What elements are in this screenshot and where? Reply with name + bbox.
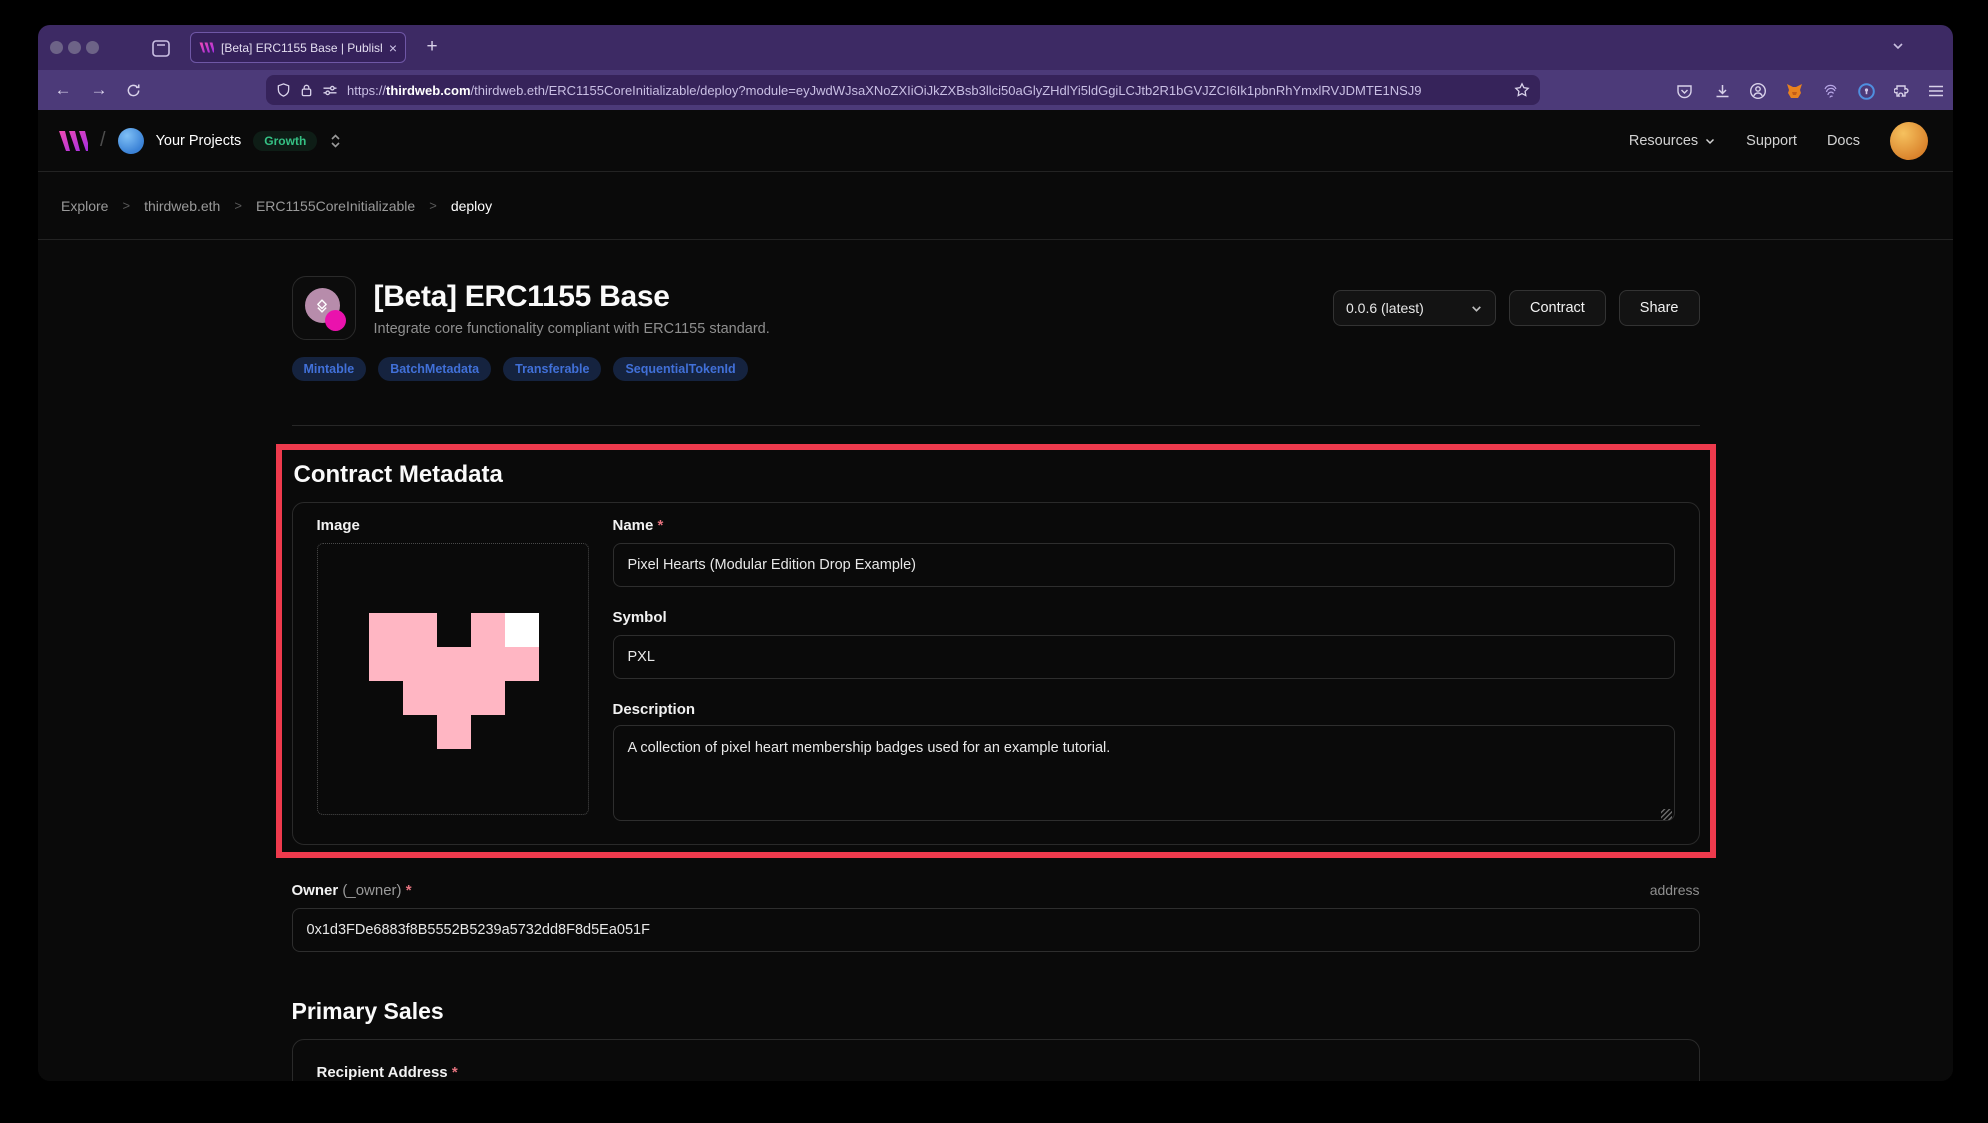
new-tab-button[interactable]: + (418, 33, 446, 61)
browser-window: [Beta] ERC1155 Base | Publishe × + ← → (38, 25, 1953, 1081)
plan-badge: Growth (253, 131, 317, 151)
forward-button[interactable]: → (86, 77, 112, 103)
pocket-icon[interactable] (1674, 81, 1694, 101)
bookmark-star-icon[interactable] (1514, 82, 1530, 98)
version-value: 0.0.6 (latest) (1346, 300, 1470, 316)
highlighted-region: Contract Metadata Image Name * Symbol De… (276, 444, 1716, 858)
browser-tab[interactable]: [Beta] ERC1155 Base | Publishe × (190, 32, 406, 63)
password-manager-extension-icon[interactable] (1856, 81, 1876, 101)
fingerprint-extension-icon[interactable] (1820, 81, 1840, 101)
thirdweb-favicon (199, 41, 214, 54)
chevron-down-icon (1704, 135, 1716, 147)
browser-toolbar: ← → https://thirdweb.com/thirdweb.eth/ER… (38, 70, 1953, 110)
breadcrumb-separator: > (122, 198, 130, 213)
image-label: Image (317, 517, 589, 535)
page-title: [Beta] ERC1155 Base (374, 280, 770, 314)
nav-resources[interactable]: Resources (1629, 133, 1716, 149)
required-asterisk: * (658, 517, 664, 534)
menu-hamburger-icon[interactable] (1926, 81, 1946, 101)
permissions-icon[interactable] (322, 84, 338, 97)
contract-icon (292, 276, 356, 340)
breadcrumb: Explore > thirdweb.eth > ERC1155CoreInit… (38, 172, 1953, 240)
primary-sales-card: Recipient Address * (292, 1039, 1700, 1081)
extensions-puzzle-icon[interactable] (1892, 81, 1912, 101)
project-avatar[interactable] (118, 128, 144, 154)
page-subtitle: Integrate core functionality compliant w… (374, 321, 770, 337)
url-text: https://thirdweb.com/thirdweb.eth/ERC115… (347, 83, 1505, 98)
textarea-resize-grip[interactable] (1661, 809, 1672, 820)
name-input[interactable] (613, 543, 1675, 587)
breadcrumb-separator: > (234, 198, 242, 213)
back-button[interactable]: ← (50, 77, 76, 103)
required-asterisk: * (452, 1064, 458, 1081)
browser-tab-strip: [Beta] ERC1155 Base | Publishe × + (38, 25, 1953, 70)
contract-metadata-title: Contract Metadata (292, 460, 1700, 490)
chevron-down-icon (1470, 302, 1483, 315)
owner-label: Owner (_owner) * (292, 882, 412, 900)
user-avatar[interactable] (1890, 122, 1928, 160)
window-minimize-button[interactable] (68, 41, 81, 54)
version-select[interactable]: 0.0.6 (latest) (1333, 290, 1496, 326)
breadcrumb-separator: > (429, 198, 437, 213)
url-bar[interactable]: https://thirdweb.com/thirdweb.eth/ERC115… (266, 75, 1540, 105)
site-header: / Your Projects Growth Resources Support… (38, 110, 1953, 172)
extension-tags: Mintable BatchMetadata Transferable Sequ… (292, 357, 1700, 381)
tag-sequentialtokenid[interactable]: SequentialTokenId (613, 357, 747, 381)
share-button[interactable]: Share (1619, 290, 1700, 326)
required-asterisk: * (406, 882, 412, 899)
metamask-extension-icon[interactable] (1784, 81, 1804, 101)
symbol-label: Symbol (613, 609, 1675, 627)
tab-close-icon[interactable]: × (389, 41, 397, 55)
nav-docs[interactable]: Docs (1827, 133, 1860, 149)
list-tabs-chevron-icon[interactable] (1891, 39, 1905, 53)
primary-sales-title: Primary Sales (292, 998, 1700, 1025)
project-switcher-icon[interactable] (329, 133, 342, 149)
pixel-heart (369, 613, 539, 749)
header-slash-divider: / (100, 129, 106, 152)
section-divider (292, 425, 1700, 426)
breadcrumb-deploy: deploy (451, 198, 492, 214)
tag-mintable[interactable]: Mintable (292, 357, 367, 381)
tab-title: [Beta] ERC1155 Base | Publishe (221, 41, 382, 55)
tag-batchmetadata[interactable]: BatchMetadata (378, 357, 491, 381)
breadcrumb-contract[interactable]: ERC1155CoreInitializable (256, 198, 415, 214)
recipient-address-label: Recipient Address * (317, 1064, 1675, 1081)
breadcrumb-explore[interactable]: Explore (61, 198, 108, 214)
page-content: / Your Projects Growth Resources Support… (38, 110, 1953, 1081)
thirdweb-logo[interactable] (58, 129, 88, 153)
description-label: Description (613, 701, 1675, 719)
tag-transferable[interactable]: Transferable (503, 357, 601, 381)
contract-hero: [Beta] ERC1155 Base Integrate core funct… (292, 276, 1700, 340)
owner-address-input[interactable] (292, 908, 1700, 952)
firefox-view-icon[interactable] (150, 37, 172, 59)
contract-button[interactable]: Contract (1509, 290, 1606, 326)
nav-support[interactable]: Support (1746, 133, 1797, 149)
project-name[interactable]: Your Projects (156, 133, 242, 149)
breadcrumb-publisher[interactable]: thirdweb.eth (144, 198, 220, 214)
image-upload-dropzone[interactable] (317, 543, 589, 815)
owner-type-hint: address (1650, 882, 1700, 898)
contract-icon-dot (325, 310, 346, 331)
owner-field-block: Owner (_owner) * address (292, 882, 1700, 952)
account-icon[interactable] (1748, 81, 1768, 101)
name-label: Name * (613, 517, 1675, 535)
contract-metadata-card: Image Name * Symbol Description A collec… (292, 502, 1700, 845)
window-close-button[interactable] (50, 41, 63, 54)
symbol-input[interactable] (613, 635, 1675, 679)
reload-button[interactable] (120, 77, 146, 103)
downloads-icon[interactable] (1712, 81, 1732, 101)
description-textarea[interactable]: A collection of pixel heart membership b… (613, 725, 1675, 821)
window-zoom-button[interactable] (86, 41, 99, 54)
tracking-shield-icon[interactable] (276, 82, 291, 98)
lock-icon[interactable] (300, 83, 313, 98)
